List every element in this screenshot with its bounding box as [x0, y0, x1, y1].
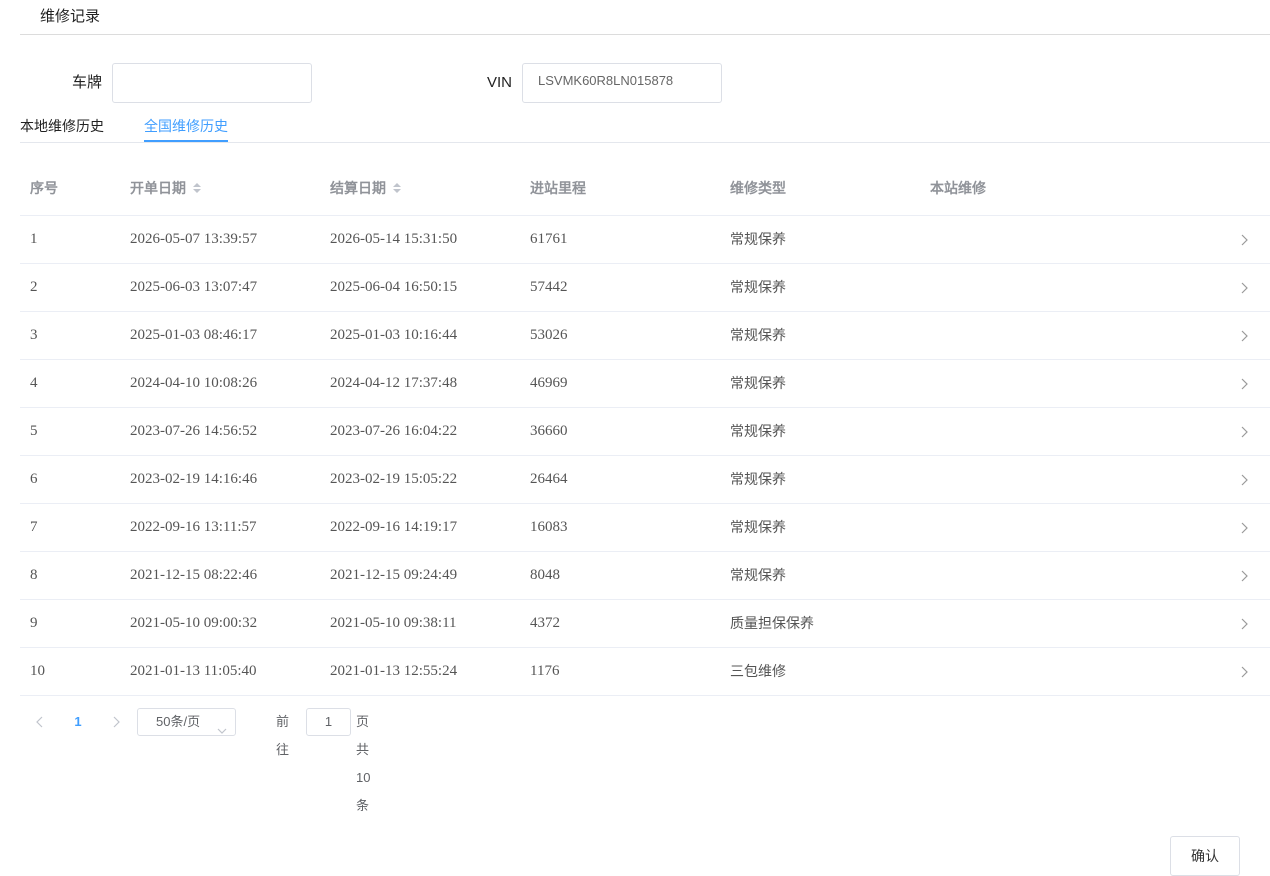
- goto-page-input[interactable]: 1: [306, 708, 351, 736]
- table-row[interactable]: 8 2021-12-15 08:22:46 2021-12-15 09:24:4…: [20, 552, 1270, 600]
- cell-open-date: 2021-05-10 09:00:32: [130, 615, 258, 631]
- cell-index: 4: [30, 375, 38, 391]
- table-row[interactable]: 4 2024-04-10 10:08:26 2024-04-12 17:37:4…: [20, 360, 1270, 408]
- cell-mileage: 4372: [530, 615, 560, 631]
- cell-index: 7: [30, 519, 38, 535]
- cell-open-date: 2025-01-03 08:46:17: [130, 327, 258, 343]
- tab-local-history[interactable]: 本地维修历史: [20, 116, 104, 136]
- column-header-open-date[interactable]: 开单日期: [130, 178, 201, 198]
- cell-mileage: 57442: [530, 279, 568, 295]
- chevron-left-icon[interactable]: [28, 708, 52, 736]
- chevron-right-icon[interactable]: [1236, 360, 1252, 407]
- plate-input[interactable]: [112, 63, 312, 103]
- chevron-right-icon[interactable]: [1236, 312, 1252, 359]
- cell-open-date: 2022-09-16 13:11:57: [130, 519, 257, 535]
- cell-repair-type: 常规保养: [730, 567, 786, 583]
- cell-mileage: 8048: [530, 567, 560, 583]
- chevron-down-icon: [217, 718, 227, 744]
- cell-mileage: 16083: [530, 519, 568, 535]
- cell-index: 3: [30, 327, 38, 343]
- cell-close-date: 2025-01-03 10:16:44: [330, 327, 458, 343]
- page-title: 维修记录: [40, 8, 101, 25]
- sort-caret-icon[interactable]: [393, 183, 401, 193]
- chevron-right-icon[interactable]: [1236, 600, 1252, 647]
- cell-open-date: 2021-01-13 11:05:40: [130, 663, 257, 679]
- column-header-mileage: 进站里程: [530, 180, 586, 196]
- active-tab-indicator: [144, 140, 228, 142]
- cell-close-date: 2023-02-19 15:05:22: [330, 471, 458, 487]
- cell-close-date: 2026-05-14 15:31:50: [330, 231, 458, 247]
- table-row[interactable]: 6 2023-02-19 14:16:46 2023-02-19 15:05:2…: [20, 456, 1270, 504]
- cell-close-date: 2023-07-26 16:04:22: [330, 423, 458, 439]
- page-size-value: 50条/页: [156, 714, 201, 729]
- cell-open-date: 2021-12-15 08:22:46: [130, 567, 258, 583]
- history-tabs: 本地维修历史 全国维修历史: [20, 108, 1270, 143]
- cell-index: 6: [30, 471, 38, 487]
- table-row[interactable]: 10 2021-01-13 11:05:40 2021-01-13 12:55:…: [20, 648, 1270, 696]
- cell-open-date: 2023-02-19 14:16:46: [130, 471, 258, 487]
- column-header-local-repair: 本站维修: [930, 180, 986, 196]
- cell-repair-type: 三包维修: [730, 663, 786, 679]
- cell-mileage: 26464: [530, 471, 568, 487]
- cell-index: 10: [30, 663, 45, 679]
- cell-index: 8: [30, 567, 38, 583]
- cell-open-date: 2023-07-26 14:56:52: [130, 423, 258, 439]
- total-count: 页共 10 条: [356, 714, 371, 813]
- cell-repair-type: 常规保养: [730, 327, 786, 343]
- chevron-right-icon[interactable]: [1236, 552, 1252, 599]
- plate-label: 车牌: [71, 74, 102, 91]
- goto-label: 前往: [276, 714, 290, 757]
- table-row[interactable]: 2 2025-06-03 13:07:47 2025-06-04 16:50:1…: [20, 264, 1270, 312]
- page-number-current[interactable]: 1: [70, 708, 86, 736]
- cell-index: 5: [30, 423, 38, 439]
- cell-repair-type: 常规保养: [730, 423, 786, 439]
- column-header-close-date[interactable]: 结算日期: [330, 178, 401, 198]
- cell-close-date: 2025-06-04 16:50:15: [330, 279, 458, 295]
- cell-index: 9: [30, 615, 38, 631]
- cell-repair-type: 常规保养: [730, 279, 786, 295]
- table-row[interactable]: 9 2021-05-10 09:00:32 2021-05-10 09:38:1…: [20, 600, 1270, 648]
- table-row[interactable]: 3 2025-01-03 08:46:17 2025-01-03 10:16:4…: [20, 312, 1270, 360]
- sort-caret-icon[interactable]: [193, 183, 201, 193]
- cell-repair-type: 常规保养: [730, 519, 786, 535]
- cell-close-date: 2021-01-13 12:55:24: [330, 663, 458, 679]
- cell-mileage: 1176: [530, 663, 560, 679]
- cell-close-date: 2021-05-10 09:38:11: [330, 615, 457, 631]
- cell-repair-type: 质量担保保养: [730, 615, 814, 631]
- cell-mileage: 61761: [530, 231, 568, 247]
- cell-close-date: 2024-04-12 17:37:48: [330, 375, 458, 391]
- column-header-repair-type: 维修类型: [730, 180, 786, 196]
- confirm-button[interactable]: 确认: [1170, 836, 1240, 876]
- chevron-right-icon[interactable]: [1236, 264, 1252, 311]
- table-row[interactable]: 1 2026-05-07 13:39:57 2026-05-14 15:31:5…: [20, 216, 1270, 264]
- chevron-right-icon[interactable]: [104, 708, 128, 736]
- cell-index: 1: [30, 231, 38, 247]
- page-size-select[interactable]: 50条/页: [137, 708, 236, 736]
- cell-repair-type: 常规保养: [730, 471, 786, 487]
- cell-close-date: 2022-09-16 14:19:17: [330, 519, 458, 535]
- cell-repair-type: 常规保养: [730, 375, 786, 391]
- repair-records-table: 1 2026-05-07 13:39:57 2026-05-14 15:31:5…: [20, 216, 1270, 696]
- chevron-right-icon[interactable]: [1236, 648, 1252, 695]
- cell-index: 2: [30, 279, 38, 295]
- vin-input[interactable]: [522, 63, 722, 103]
- chevron-right-icon[interactable]: [1236, 408, 1252, 455]
- table-row[interactable]: 5 2023-07-26 14:56:52 2023-07-26 16:04:2…: [20, 408, 1270, 456]
- chevron-right-icon[interactable]: [1236, 456, 1252, 503]
- cell-close-date: 2021-12-15 09:24:49: [330, 567, 458, 583]
- vin-label: VIN: [486, 74, 512, 91]
- tab-national-history[interactable]: 全国维修历史: [144, 116, 228, 136]
- cell-open-date: 2025-06-03 13:07:47: [130, 279, 258, 295]
- cell-mileage: 36660: [530, 423, 568, 439]
- cell-mileage: 53026: [530, 327, 568, 343]
- title-divider: [20, 34, 1270, 35]
- cell-mileage: 46969: [530, 375, 568, 391]
- cell-repair-type: 常规保养: [730, 231, 786, 247]
- column-header-index: 序号: [30, 180, 58, 196]
- cell-open-date: 2026-05-07 13:39:57: [130, 231, 258, 247]
- chevron-right-icon[interactable]: [1236, 504, 1252, 551]
- table-row[interactable]: 7 2022-09-16 13:11:57 2022-09-16 14:19:1…: [20, 504, 1270, 552]
- chevron-right-icon[interactable]: [1236, 216, 1252, 263]
- cell-open-date: 2024-04-10 10:08:26: [130, 375, 258, 391]
